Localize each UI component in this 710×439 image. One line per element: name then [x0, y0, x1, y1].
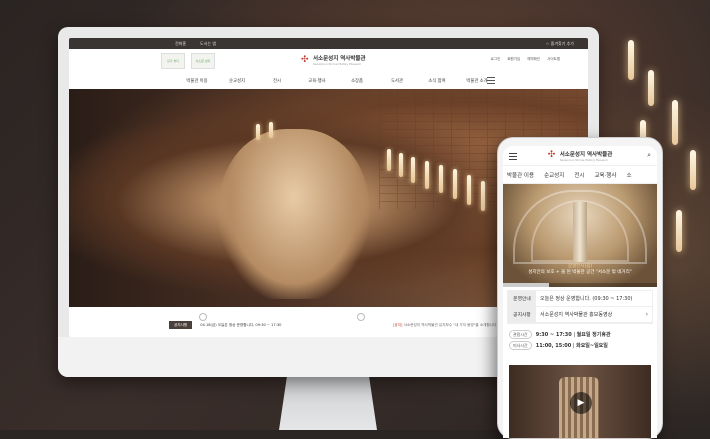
info-label: 공지사항: [508, 307, 536, 322]
mobile-header: ✣ 서소문성지 역사박물관 Seosomun Shrine History Mu…: [503, 146, 657, 166]
hero-candle: [411, 157, 415, 183]
info-box: 운영안내 오늘은 정상 운영합니다. (09:30 ~ 17:30) 공지사항 …: [507, 290, 653, 324]
search-icon[interactable]: ⌕: [647, 151, 651, 160]
hero-candle: [399, 153, 403, 177]
hero-candle: [256, 124, 260, 140]
info-label: 운영안내: [508, 291, 536, 306]
nav-item[interactable]: 소장품: [337, 78, 377, 84]
mobile-phone: ✣ 서소문성지 역사박물관 Seosomun Shrine History Mu…: [497, 137, 663, 439]
hero-candle: [387, 149, 391, 171]
mobile-logo[interactable]: ✣ 서소문성지 역사박물관 Seosomun Shrine History Mu…: [548, 150, 613, 162]
hero-candle: [425, 161, 429, 189]
mobile-hero[interactable]: 상설전시(음) 성지안의 보호 + 을 된 박물관 공간 "서소문 밖 네거리": [503, 184, 657, 287]
util-join[interactable]: 회원가입: [507, 57, 520, 62]
info-row[interactable]: 공지사항 서소문성지 역사박물관 홍보동영상 ›: [508, 307, 652, 323]
brand-name-en: Seosomun Shrine History Museum: [313, 62, 362, 66]
pieta-statue: [219, 129, 369, 299]
background-candle: [676, 210, 682, 252]
hamburger-menu-icon[interactable]: [509, 153, 517, 162]
hours-section: 관람시간 9:30 ~ 17:30 | 월요일 정기휴관 미사시간 11:00,…: [509, 329, 651, 351]
hero-candle: [467, 175, 471, 205]
hero-candle: [439, 165, 443, 193]
nav-item[interactable]: 전시: [257, 78, 297, 84]
slider-ring-icon[interactable]: [199, 313, 207, 321]
background-candle: [672, 100, 678, 145]
slider-ring-icon[interactable]: [357, 313, 365, 321]
background-candle: [648, 70, 654, 106]
bookmark-link[interactable]: ☆ 즐겨찾기 추가: [546, 41, 574, 47]
top-link[interactable]: 도서는 앱: [197, 41, 219, 47]
background-candle: [690, 150, 696, 190]
hero-candle: [481, 181, 485, 211]
mobile-nav-item[interactable]: 전시: [574, 171, 584, 179]
brand-name-kr: 서소문성지 역사박물관: [313, 56, 366, 62]
mobile-nav-item[interactable]: 교육·행사: [594, 171, 616, 179]
brand-name-en: Seosomun Shrine History Museum: [559, 157, 608, 162]
util-login[interactable]: 로그인: [491, 57, 501, 62]
hours-label: 미사시간: [509, 341, 532, 350]
partner-badge[interactable]: 서소문 성지: [191, 53, 215, 69]
site-logo[interactable]: ✣ 서소문성지 역사박물관 Seosomun Shrine History Mu…: [301, 54, 366, 66]
mobile-nav-item[interactable]: 박물관 이용: [507, 171, 534, 179]
nav-item[interactable]: 교육·행사: [297, 78, 337, 84]
notice-text[interactable]: 04.18(금) 오늘은 정상 운영합니다. 09:30 ~ 17:30: [200, 323, 281, 328]
partner-badge[interactable]: 강가 솔다: [161, 53, 185, 69]
hero-candle: [453, 169, 457, 199]
hours-time: 9:30 ~ 17:30: [535, 331, 572, 338]
hours-note: 화요일~일요일: [576, 343, 608, 349]
info-text: 오늘은 정상 운영합니다. (09:30 ~ 17:30): [540, 296, 633, 302]
notice-tag: 공지사항: [169, 321, 193, 329]
hero-caption-2: 성지안의 보호 + 을 된 박물관 공간 "서소문 밖 네거리": [528, 270, 632, 275]
top-bar: 전화홈 도서는 앱 ☆ 즐겨찾기 추가: [69, 38, 588, 49]
util-reservation[interactable]: 예약확인: [527, 57, 540, 62]
nav-item[interactable]: 도서관: [377, 78, 417, 84]
hamburger-menu-icon[interactable]: [487, 77, 495, 86]
mobile-nav-item[interactable]: 소: [626, 171, 631, 179]
utility-links: 로그인 회원가입 예약확인 사이트맵: [491, 57, 560, 62]
info-row[interactable]: 운영안내 오늘은 정상 운영합니다. (09:30 ~ 17:30): [508, 291, 652, 307]
pillar-shape: [573, 202, 587, 262]
monitor-stand: [279, 377, 377, 430]
play-icon[interactable]: ▶: [570, 392, 592, 414]
hero-candle: [269, 122, 273, 138]
hours-time: 11:00, 15:00: [535, 342, 572, 349]
cross-logo-icon: ✣: [547, 150, 556, 160]
notice-prefix: [공지]: [393, 322, 403, 327]
info-text: 서소문성지 역사박물관 홍보동영상: [540, 312, 613, 318]
hours-note: 월요일 정기휴관: [576, 332, 611, 338]
notice-text-2[interactable]: 서소문성지 역사박물관 유지보수 "내 가지 봉양"을 소개합니다: [404, 323, 497, 327]
top-link[interactable]: 전화홈: [172, 41, 189, 47]
site-header: 강가 솔다 서소문 성지 ✣ 서소문성지 역사박물관 Seosomun Shri…: [69, 49, 588, 72]
nav-item[interactable]: 순교성지: [217, 78, 257, 84]
background-candle: [628, 40, 634, 80]
nav-item[interactable]: 소식 참여: [417, 78, 457, 84]
cross-logo-icon: ✣: [301, 54, 309, 65]
hero-progress: [503, 283, 657, 287]
mobile-website: ✣ 서소문성지 역사박물관 Seosomun Shrine History Mu…: [503, 146, 657, 438]
util-sitemap[interactable]: 사이트맵: [547, 57, 560, 62]
promo-video[interactable]: ▶: [509, 365, 651, 438]
main-nav: 박물관 이용 순교성지 전시 교육·행사 소장품 도서관 소식 참여 박물관 소…: [69, 72, 588, 90]
nav-item[interactable]: 박물관 이용: [177, 78, 217, 84]
hours-label: 관람시간: [509, 330, 532, 339]
chevron-right-icon[interactable]: ›: [646, 311, 648, 318]
brand-name-kr: 서소문성지 역사박물관: [559, 151, 613, 158]
mobile-nav: 박물관 이용 순교성지 전시 교육·행사 소: [503, 166, 657, 184]
mobile-nav-item[interactable]: 순교성지: [544, 171, 564, 179]
